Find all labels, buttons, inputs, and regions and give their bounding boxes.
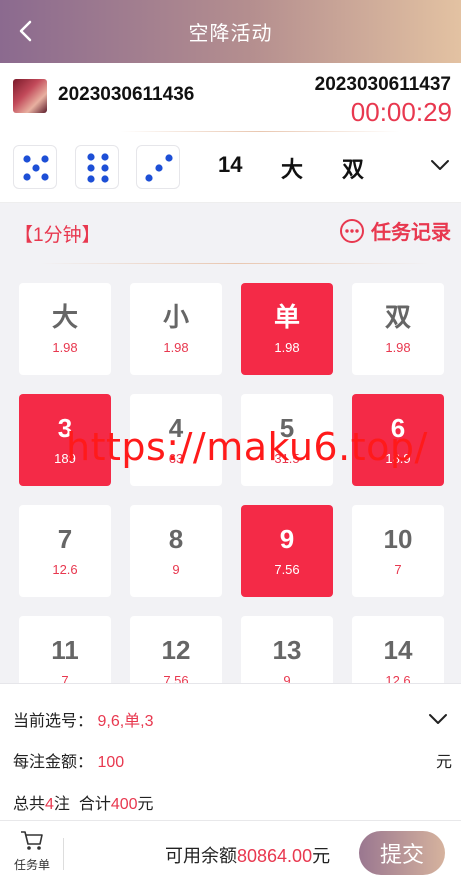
total-mid: 注 合计	[53, 796, 111, 813]
chevron-down-icon[interactable]	[429, 154, 451, 176]
option-odds: 12.6	[52, 561, 78, 577]
amount-input[interactable]	[97, 754, 348, 772]
total-unit: 元	[137, 796, 154, 813]
option-label: 13	[272, 635, 302, 666]
option-cell[interactable]: 4 63	[130, 394, 222, 486]
option-label: 6	[390, 413, 406, 444]
amount-row: 每注金额：	[13, 748, 348, 772]
option-label: 单	[273, 302, 300, 333]
result-parity: 双	[342, 157, 365, 182]
divider	[40, 263, 430, 264]
selected-numbers-row: 当前选号： 9,6,单,3	[13, 707, 154, 731]
total-amount: 400	[110, 796, 138, 813]
option-label: 11	[51, 635, 79, 666]
option-label: 8	[168, 524, 184, 555]
option-label: 4	[168, 413, 184, 444]
option-grid: 大 1.98 小 1.98 单 1.98 双 1.98 3 189 4 63 5 31.5 6 18.9 7 12…	[19, 283, 447, 708]
dice-six-icon	[75, 145, 119, 189]
total-count: 4	[45, 796, 54, 813]
option-odds: 1.98	[52, 339, 78, 355]
option-odds: 63	[168, 450, 184, 466]
option-cell[interactable]: 大 1.98	[19, 283, 111, 375]
option-cell[interactable]: 9 7.56	[241, 505, 333, 597]
chevron-down-icon[interactable]	[427, 708, 449, 730]
selected-label: 当前选号：	[13, 713, 94, 730]
selected-value: 9,6,单,3	[97, 713, 154, 730]
result-size: 大	[281, 157, 304, 182]
option-odds: 1.98	[274, 339, 300, 355]
amount-unit: 元	[435, 752, 452, 771]
option-odds: 1.98	[385, 339, 411, 355]
more-icon	[340, 218, 364, 243]
result-sum: 14	[218, 152, 243, 177]
option-odds: 7	[394, 561, 402, 577]
option-odds: 9	[172, 561, 180, 577]
balance-label: 可用余额	[165, 846, 237, 866]
dice-five-icon	[13, 145, 57, 189]
option-cell[interactable]: 3 189	[19, 394, 111, 486]
page-title: 空降活动	[188, 21, 273, 45]
option-label: 大	[51, 302, 78, 333]
option-cell[interactable]: 89	[130, 505, 222, 597]
balance-display: 可用余额80864.00元	[165, 842, 330, 868]
divider	[120, 131, 400, 132]
option-cell[interactable]: 7 12.6	[19, 505, 111, 597]
option-odds: 18.9	[385, 450, 411, 466]
option-label: 双	[384, 302, 411, 333]
countdown-timer: 00:00:29	[350, 97, 452, 127]
submit-button[interactable]: 提交	[359, 831, 445, 875]
top-nav-bar: 空降活动	[0, 0, 461, 63]
total-row: 总共4注 合计400元	[13, 790, 154, 814]
option-odds: 1.98	[163, 339, 189, 355]
option-cell[interactable]: 单 1.98	[241, 283, 333, 375]
option-cell[interactable]: 10 7	[352, 505, 444, 597]
task-list-label: 任务单	[13, 858, 50, 872]
amount-label: 每注金额：	[13, 754, 94, 771]
rule-name: 【1分钟】	[14, 225, 101, 246]
option-label: 7	[57, 524, 73, 555]
option-label: 5	[279, 413, 295, 444]
task-record-link[interactable]: 任务记录	[339, 216, 451, 245]
option-cell[interactable]: 小 1.98	[130, 283, 222, 375]
option-label: 10	[383, 524, 413, 555]
chevron-left-icon	[19, 20, 32, 42]
balance-unit: 元	[312, 846, 331, 866]
option-label: 12	[161, 635, 191, 666]
total-prefix: 总共	[13, 796, 46, 813]
task-list-button[interactable]: 任务单	[10, 829, 54, 873]
option-cell[interactable]: 双 1.98	[352, 283, 444, 375]
option-label: 3	[57, 413, 73, 444]
current-issue-number: 2023030611436	[58, 84, 195, 105]
next-issue-number: 2023030611437	[314, 74, 451, 95]
option-odds: 31.5	[274, 450, 300, 466]
game-thumbnail	[13, 79, 47, 113]
task-record-label: 任务记录	[371, 220, 451, 244]
option-label: 9	[279, 524, 295, 555]
option-cell[interactable]: 6 18.9	[352, 394, 444, 486]
option-label: 14	[383, 635, 413, 666]
balance-value: 80864.00	[237, 846, 313, 866]
option-odds: 189	[54, 450, 76, 466]
back-button[interactable]	[12, 17, 40, 45]
dice-three-icon	[136, 145, 180, 189]
divider	[63, 838, 64, 870]
option-label: 小	[162, 302, 189, 333]
option-cell[interactable]: 5 31.5	[241, 394, 333, 486]
cart-icon	[21, 831, 43, 850]
option-odds: 7.56	[274, 561, 300, 577]
